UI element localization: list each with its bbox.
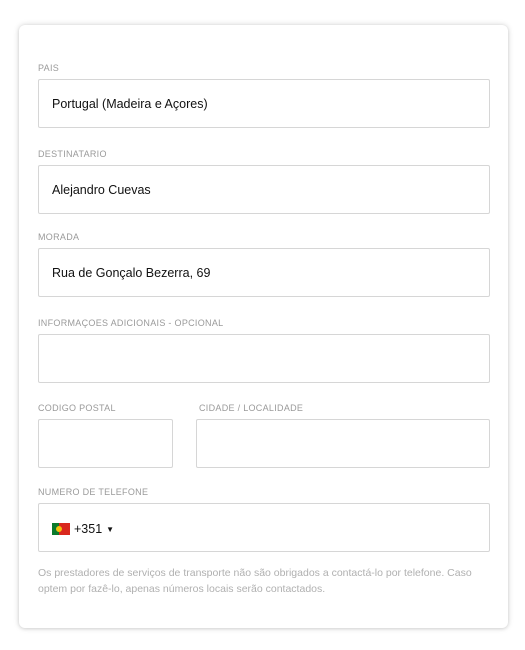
address-label: MORADA [38,232,80,242]
city-label: CIDADE / LOCALIDADE [199,403,304,413]
recipient-label: DESTINATARIO [38,149,107,159]
caret-down-icon: ▼ [106,524,115,534]
country-label: PAIS [38,63,60,73]
country-field[interactable] [38,79,490,128]
phone-help-text: Os prestadores de serviços de transporte… [38,567,472,595]
country-code-selector[interactable]: +351 ▼ [52,520,114,538]
shipping-address-card: PAIS DESTINATARIO MORADA INFORMAÇOES ADI… [19,25,508,628]
address-field[interactable] [38,248,490,297]
postal-code-label: CODIGO POSTAL [38,403,116,413]
postal-code-field[interactable] [38,419,173,468]
additional-info-field[interactable] [38,334,490,383]
city-field[interactable] [196,419,490,468]
phone-label: NUMERO DE TELEFONE [38,487,149,497]
dial-code: +351 [74,522,103,536]
portugal-flag-icon [52,523,70,535]
phone-field[interactable]: +351 ▼ [38,503,490,552]
recipient-field[interactable] [38,165,490,214]
additional-info-label: INFORMAÇOES ADICIONAIS - OPCIONAL [38,318,224,328]
